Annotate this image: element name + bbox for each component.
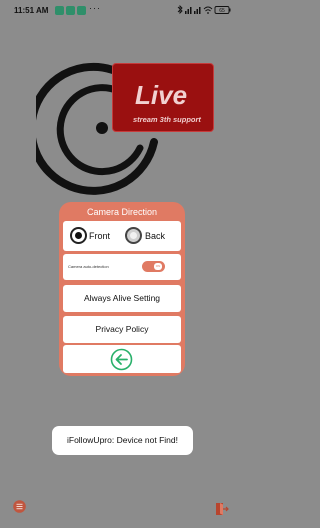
status-time: 11:51 AM [14,6,49,15]
panel-title: Camera Direction [86,207,158,217]
battery-level: 65 [219,8,225,14]
notification-icon-3 [77,6,86,15]
signal-icon-2 [194,7,201,14]
system-status-icons: 65 [177,5,231,15]
notification-icon-2 [66,6,75,15]
front-radio-dot [75,232,82,239]
more-notifications-indicator: ··· [89,3,101,13]
front-label[interactable]: Front [89,231,110,241]
menu-icon[interactable] [13,500,26,513]
toast-message: iFollowUpro: Device not Find! [52,426,193,455]
live-logo-subtitle: stream 3th support [133,115,201,124]
privacy-policy-button[interactable]: Privacy Policy [63,316,181,343]
status-bar: 11:51 AM ··· 65 [0,0,244,20]
auto-detection-toggle[interactable]: ON [142,261,165,272]
wifi-icon [203,6,213,14]
signal-icon [185,7,192,14]
back-radio[interactable] [125,227,142,244]
live-logo-box: Live stream 3th support [112,63,214,132]
back-arrow-icon[interactable] [110,348,133,371]
live-logo-text: Live [135,80,188,110]
front-radio[interactable] [70,227,87,244]
exit-icon[interactable] [215,502,229,516]
bluetooth-icon [177,5,183,15]
back-radio-dot [130,232,137,239]
back-label[interactable]: Back [145,231,165,241]
notification-icon-1 [55,6,64,15]
always-alive-setting-button[interactable]: Always Alive Setting [63,285,181,312]
toggle-knob: ON [154,263,162,270]
auto-detection-label: Camera auto-detection [68,264,109,269]
